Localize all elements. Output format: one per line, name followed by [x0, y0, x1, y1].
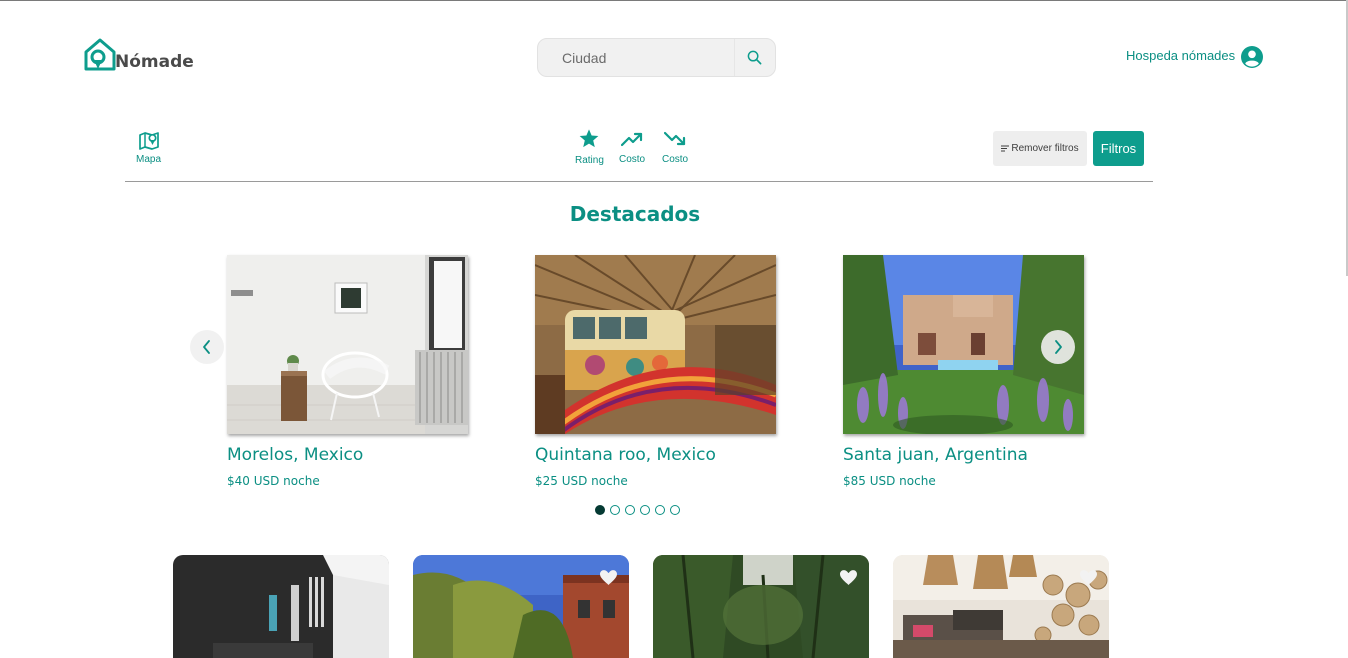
listing-photo	[893, 555, 1109, 658]
carousel-dot[interactable]	[610, 505, 620, 515]
listing-photo	[413, 555, 629, 658]
search-button[interactable]	[734, 39, 774, 76]
carousel-next-button[interactable]	[1041, 330, 1075, 364]
featured-title: Destacados	[569, 202, 701, 226]
featured-card-title: Morelos, Mexico	[227, 445, 364, 465]
listing-card[interactable]	[653, 555, 869, 658]
cost-down-label: Costo	[662, 154, 689, 165]
listing-card[interactable]	[173, 555, 389, 658]
map-label: Mapa	[136, 154, 162, 165]
map-filter[interactable]: Mapa	[136, 130, 161, 165]
favorite-heart-icon[interactable]	[840, 570, 857, 585]
featured-card-title: Santa juan, Argentina	[843, 445, 1028, 465]
house-pin-logo-icon	[84, 38, 116, 71]
chevron-right-icon	[1055, 340, 1062, 354]
search-icon	[747, 50, 762, 65]
carousel-prev-button[interactable]	[190, 330, 224, 364]
featured-card-price: $25 USD noche	[535, 474, 628, 488]
remove-filters-button[interactable]: Remover filtros	[993, 131, 1087, 166]
favorite-heart-icon[interactable]	[600, 570, 617, 585]
map-icon	[138, 132, 159, 150]
filters-button[interactable]: Filtros	[1093, 131, 1144, 166]
logo[interactable]: Nómade	[83, 38, 194, 72]
user-account-button[interactable]	[1241, 46, 1263, 72]
filter-lines-icon	[1001, 145, 1010, 152]
listing-photo	[535, 255, 776, 434]
cost-up-label: Costo	[619, 154, 646, 165]
star-icon	[580, 129, 599, 148]
logo-text: Nómade	[115, 52, 194, 72]
featured-card-price: $40 USD noche	[227, 474, 320, 488]
trending-up-icon	[621, 132, 643, 147]
host-nomads-link[interactable]: Hospeda nómades	[1126, 48, 1235, 63]
listing-card[interactable]	[893, 555, 1109, 658]
cost-descending-filter[interactable]: Costo	[662, 131, 688, 165]
carousel-dot[interactable]	[625, 505, 635, 515]
listing-card[interactable]	[413, 555, 629, 658]
trending-down-icon	[664, 131, 686, 146]
listing-photo	[173, 555, 389, 658]
cost-ascending-filter[interactable]: Costo	[619, 131, 645, 165]
featured-card-title: Quintana roo, Mexico	[535, 445, 716, 465]
carousel-dot[interactable]	[595, 505, 605, 515]
carousel-dot[interactable]	[655, 505, 665, 515]
remove-filters-label: Remover filtros	[1011, 143, 1079, 154]
listing-photo	[227, 255, 468, 434]
listing-photo	[653, 555, 869, 658]
filter-divider	[125, 181, 1153, 182]
rating-label: Rating	[575, 155, 604, 166]
featured-card-price: $85 USD noche	[843, 474, 936, 488]
favorite-heart-icon[interactable]	[1080, 570, 1097, 585]
carousel-dot[interactable]	[670, 505, 680, 515]
user-avatar-icon	[1241, 46, 1263, 68]
carousel-dot[interactable]	[640, 505, 650, 515]
search-input[interactable]	[538, 39, 734, 76]
carousel-dots	[595, 505, 680, 515]
chevron-left-icon	[203, 340, 210, 354]
search-bar	[537, 38, 776, 77]
rating-filter[interactable]: Rating	[575, 128, 604, 166]
window-top-border	[0, 0, 1348, 1]
featured-card[interactable]: Quintana roo, Mexico $25 USD noche	[535, 255, 777, 488]
featured-card[interactable]: Morelos, Mexico $40 USD noche	[227, 255, 469, 488]
